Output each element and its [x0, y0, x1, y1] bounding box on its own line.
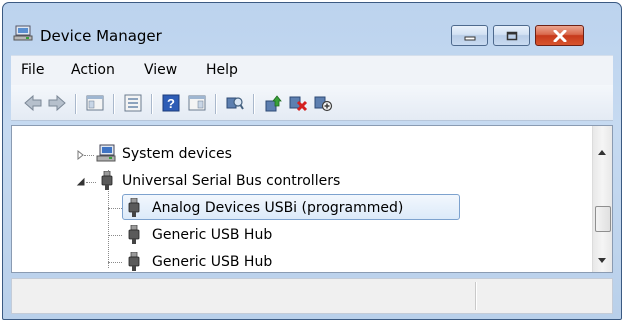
- device-tree[interactable]: System devices Universal Serial Bus cont…: [11, 125, 613, 273]
- toolbar-separator: [253, 94, 254, 114]
- scrollbar-thumb[interactable]: [595, 206, 611, 232]
- minimize-icon: [464, 36, 475, 40]
- minimize-button[interactable]: [451, 25, 488, 46]
- tree-connector-line: [108, 235, 122, 236]
- menu-view[interactable]: View: [144, 62, 177, 78]
- menu-help[interactable]: Help: [206, 62, 238, 78]
- menu-bar: File Action View Help: [11, 55, 613, 85]
- usb-hub-icon: [128, 252, 140, 271]
- usb-hub-icon: [128, 225, 140, 244]
- tree-item-generic-usb-hub[interactable]: Generic USB Hub: [152, 223, 272, 247]
- tree-item-label: System devices: [122, 146, 232, 162]
- scroll-down-arrow-icon[interactable]: [598, 258, 606, 263]
- menu-action[interactable]: Action: [71, 62, 115, 78]
- maximize-button[interactable]: [493, 25, 530, 46]
- toolbar-separator: [75, 94, 76, 114]
- usb-controller-icon: [101, 171, 113, 190]
- status-bar-divider: [475, 282, 476, 310]
- tree-connector-line: [108, 262, 122, 263]
- update-driver-icon[interactable]: [263, 94, 283, 112]
- toolbar: ?: [11, 85, 613, 121]
- device-manager-app-icon: [13, 25, 33, 41]
- show-hide-tree-icon[interactable]: [85, 94, 105, 112]
- tree-item-analog-devices-usbi[interactable]: Analog Devices USBi (programmed): [152, 196, 403, 220]
- device-manager-window: Device Manager File Action View Help ? S…: [2, 2, 622, 320]
- collapse-arrow-icon[interactable]: [76, 177, 86, 187]
- tree-item-generic-usb-hub[interactable]: Generic USB Hub: [152, 250, 272, 274]
- tree-connector-line: [86, 182, 96, 183]
- toolbar-separator: [215, 94, 216, 114]
- tree-connector-line: [108, 208, 122, 209]
- system-devices-icon: [96, 144, 116, 162]
- forward-arrow-icon[interactable]: [47, 94, 67, 112]
- maximize-icon: [506, 31, 517, 40]
- window-title: Device Manager: [40, 27, 162, 45]
- vertical-scrollbar[interactable]: [592, 126, 612, 272]
- tree-item-system-devices[interactable]: System devices: [122, 142, 232, 166]
- tree-item-label: Generic USB Hub: [152, 254, 273, 270]
- tree-item-usb-controllers[interactable]: Universal Serial Bus controllers: [122, 169, 340, 193]
- close-button[interactable]: [535, 25, 584, 46]
- toolbar-separator: [151, 94, 152, 114]
- tree-item-label: Universal Serial Bus controllers: [122, 173, 341, 189]
- tree-item-label: Analog Devices USBi (programmed): [152, 200, 404, 216]
- menu-file[interactable]: File: [21, 62, 44, 78]
- toolbar-separator: [113, 94, 114, 114]
- back-arrow-icon[interactable]: [23, 94, 43, 112]
- view-icon[interactable]: [187, 94, 207, 112]
- title-bar[interactable]: Device Manager: [3, 3, 621, 47]
- properties-icon[interactable]: [123, 94, 143, 112]
- uninstall-icon[interactable]: [288, 94, 308, 112]
- scroll-up-arrow-icon[interactable]: [598, 150, 606, 155]
- scan-hardware-icon[interactable]: [225, 94, 245, 112]
- tree-item-label: Generic USB Hub: [152, 227, 273, 243]
- usb-device-icon: [128, 198, 140, 217]
- disable-device-icon[interactable]: [313, 94, 333, 112]
- tree-connector-line: [84, 155, 94, 156]
- svg-text:?: ?: [167, 96, 175, 111]
- help-icon[interactable]: ?: [161, 94, 181, 112]
- close-icon: [553, 29, 566, 42]
- status-bar: [11, 278, 613, 314]
